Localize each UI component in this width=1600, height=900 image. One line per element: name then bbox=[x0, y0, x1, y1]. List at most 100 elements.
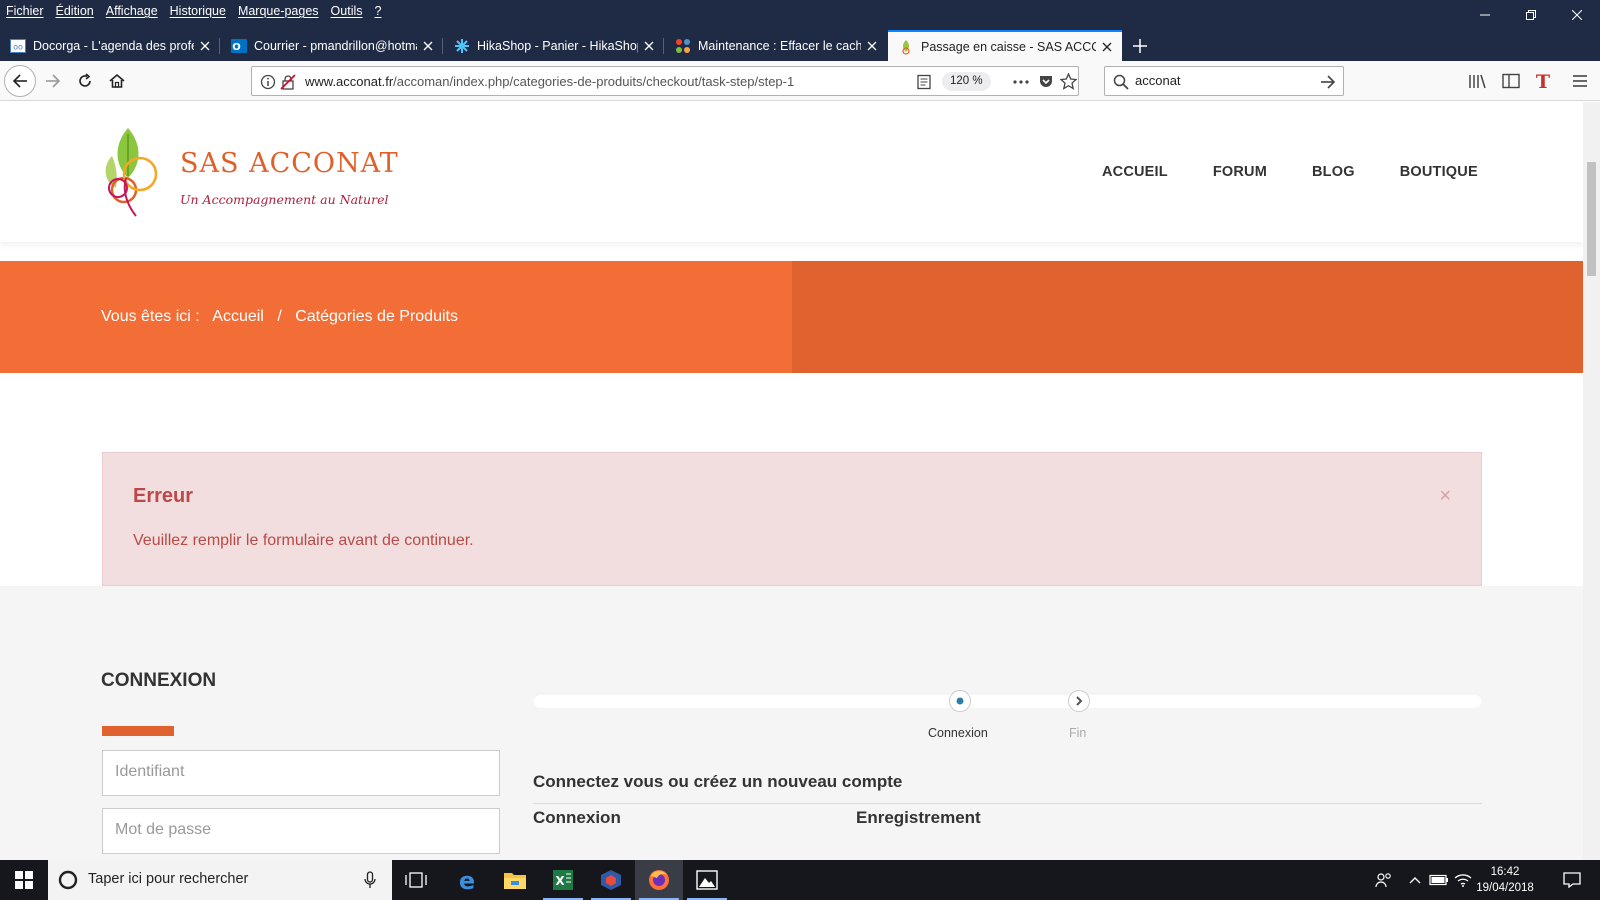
page-scrollbar[interactable] bbox=[1583, 102, 1600, 860]
pocket-icon[interactable] bbox=[1038, 74, 1054, 90]
tab-hikashop[interactable]: HikaShop - Panier - HikaShop bbox=[444, 30, 664, 61]
acconat-icon bbox=[898, 39, 914, 55]
taskbar-search-input[interactable] bbox=[88, 871, 348, 887]
sidebar-icon[interactable] bbox=[1502, 73, 1520, 89]
minimize-button[interactable] bbox=[1462, 0, 1508, 30]
svg-text:O: O bbox=[232, 42, 241, 53]
nav-boutique[interactable]: BOUTIQUE bbox=[1400, 164, 1478, 180]
address-bar[interactable]: www.acconat.fr/accoman/index.php/categor… bbox=[251, 66, 1079, 96]
edge-icon: e bbox=[459, 868, 475, 892]
tab-close-button[interactable] bbox=[1096, 36, 1118, 58]
insecure-lock-icon[interactable] bbox=[280, 74, 296, 90]
start-button[interactable] bbox=[0, 860, 48, 900]
microphone-icon[interactable] bbox=[364, 871, 376, 889]
translate-extension-icon[interactable]: T bbox=[1534, 71, 1552, 91]
close-icon bbox=[200, 41, 210, 50]
tab-close-button[interactable] bbox=[417, 35, 439, 57]
svg-text:oo: oo bbox=[13, 42, 23, 51]
chevron-right-icon bbox=[1076, 696, 1083, 706]
nav-accueil[interactable]: ACCUEIL bbox=[1102, 164, 1168, 180]
more-actions-icon[interactable] bbox=[1012, 74, 1030, 90]
file-explorer-app-button[interactable] bbox=[491, 860, 539, 900]
password-field[interactable] bbox=[102, 808, 500, 854]
file-explorer-icon bbox=[504, 873, 526, 889]
app-button[interactable] bbox=[587, 860, 635, 900]
home-button[interactable] bbox=[101, 65, 133, 97]
action-center-button[interactable] bbox=[1552, 860, 1592, 900]
battery-button[interactable] bbox=[1428, 860, 1450, 900]
forward-button[interactable] bbox=[37, 65, 69, 97]
menu-marque-pages[interactable]: Marque-pages bbox=[232, 4, 325, 18]
browser-titlebar: Fichier Édition Affichage Historique Mar… bbox=[0, 0, 1600, 30]
show-hidden-icons-button[interactable] bbox=[1404, 860, 1426, 900]
breadcrumb-item-categories: Catégories de Produits bbox=[295, 308, 458, 325]
window-controls bbox=[1462, 0, 1600, 30]
bookmark-star-icon[interactable] bbox=[1060, 73, 1077, 90]
library-icon[interactable] bbox=[1468, 73, 1486, 89]
excel-app-button[interactable]: X bbox=[539, 860, 587, 900]
tab-close-button[interactable] bbox=[861, 35, 883, 57]
home-icon bbox=[109, 73, 125, 88]
site-header: SAS ACCONAT Un Accompagnement au Naturel… bbox=[0, 102, 1583, 242]
tab-close-button[interactable] bbox=[638, 35, 660, 57]
username-input[interactable] bbox=[115, 763, 485, 781]
new-tab-button[interactable] bbox=[1124, 30, 1156, 61]
chevron-up-icon bbox=[1409, 877, 1421, 884]
menu-aide[interactable]: ? bbox=[369, 4, 388, 18]
step-connexion-marker[interactable] bbox=[949, 690, 971, 712]
heading-divider bbox=[533, 803, 1482, 804]
search-box[interactable] bbox=[1104, 66, 1344, 96]
logo-title: SAS ACCONAT bbox=[180, 148, 399, 179]
step-connexion-label: Connexion bbox=[928, 726, 988, 740]
back-button[interactable] bbox=[4, 65, 36, 97]
svg-text:e: e bbox=[459, 868, 475, 892]
search-input[interactable] bbox=[1135, 73, 1305, 88]
tab-strip: oo Docorga - L'agenda des professionnels… bbox=[0, 30, 1600, 61]
taskbar-search[interactable] bbox=[48, 860, 392, 900]
clock-time: 16:42 bbox=[1490, 866, 1520, 878]
info-icon[interactable] bbox=[260, 74, 276, 90]
step-fin-marker[interactable] bbox=[1068, 690, 1090, 712]
scrollbar-thumb[interactable] bbox=[1587, 162, 1596, 276]
tab-maintenance[interactable]: Maintenance : Effacer le cache bbox=[665, 30, 887, 61]
edge-app-button[interactable]: e bbox=[443, 860, 491, 900]
taskbar-clock[interactable]: 16:42 19/04/2018 bbox=[1470, 864, 1540, 896]
url-text[interactable]: www.acconat.fr/accoman/index.php/categor… bbox=[305, 74, 794, 89]
leaf-logo-icon bbox=[105, 128, 158, 217]
nav-blog[interactable]: BLOG bbox=[1312, 164, 1355, 180]
tab-courrier[interactable]: O Courrier - pmandrillon@hotmail.fr bbox=[221, 30, 443, 61]
plus-icon bbox=[1133, 38, 1147, 53]
go-arrow-icon[interactable] bbox=[1320, 74, 1336, 90]
username-field[interactable] bbox=[102, 750, 500, 796]
firefox-app-button[interactable] bbox=[635, 860, 683, 900]
zoom-level-button[interactable]: 120 % bbox=[942, 72, 991, 91]
alert-close-button[interactable]: × bbox=[1439, 485, 1451, 508]
tab-docorga[interactable]: oo Docorga - L'agenda des professionnels bbox=[0, 30, 220, 61]
title-underline bbox=[102, 726, 174, 736]
breadcrumb: Vous êtes ici : Accueil / Catégories de … bbox=[101, 308, 467, 326]
menu-historique[interactable]: Historique bbox=[164, 4, 232, 18]
menu-fichier[interactable]: Fichier bbox=[0, 4, 50, 18]
breadcrumb-prefix: Vous êtes ici : bbox=[101, 308, 200, 325]
page-viewport: SAS ACCONAT Un Accompagnement au Naturel… bbox=[0, 102, 1600, 860]
restore-button[interactable] bbox=[1508, 0, 1554, 30]
menu-affichage[interactable]: Affichage bbox=[100, 4, 164, 18]
reload-button[interactable] bbox=[69, 65, 101, 97]
close-window-button[interactable] bbox=[1554, 0, 1600, 30]
hamburger-menu-icon[interactable] bbox=[1572, 73, 1588, 89]
people-button[interactable] bbox=[1370, 860, 1398, 900]
excel-icon: X bbox=[553, 870, 573, 890]
task-view-button[interactable] bbox=[392, 860, 440, 900]
breadcrumb-item-accueil[interactable]: Accueil bbox=[212, 308, 264, 325]
menu-outils[interactable]: Outils bbox=[325, 4, 369, 18]
navigation-toolbar: www.acconat.fr/accoman/index.php/categor… bbox=[0, 61, 1600, 101]
password-input[interactable] bbox=[115, 821, 485, 839]
reader-view-icon[interactable] bbox=[916, 74, 932, 90]
menu-edition[interactable]: Édition bbox=[50, 4, 100, 18]
menu-bar: Fichier Édition Affichage Historique Mar… bbox=[0, 0, 387, 22]
nav-forum[interactable]: FORUM bbox=[1213, 164, 1267, 180]
logo-subtitle: Un Accompagnement au Naturel bbox=[180, 192, 389, 207]
photos-app-button[interactable] bbox=[683, 860, 731, 900]
tab-passage-en-caisse[interactable]: Passage en caisse - SAS ACCONAT bbox=[888, 30, 1122, 61]
tab-close-button[interactable] bbox=[194, 35, 216, 57]
